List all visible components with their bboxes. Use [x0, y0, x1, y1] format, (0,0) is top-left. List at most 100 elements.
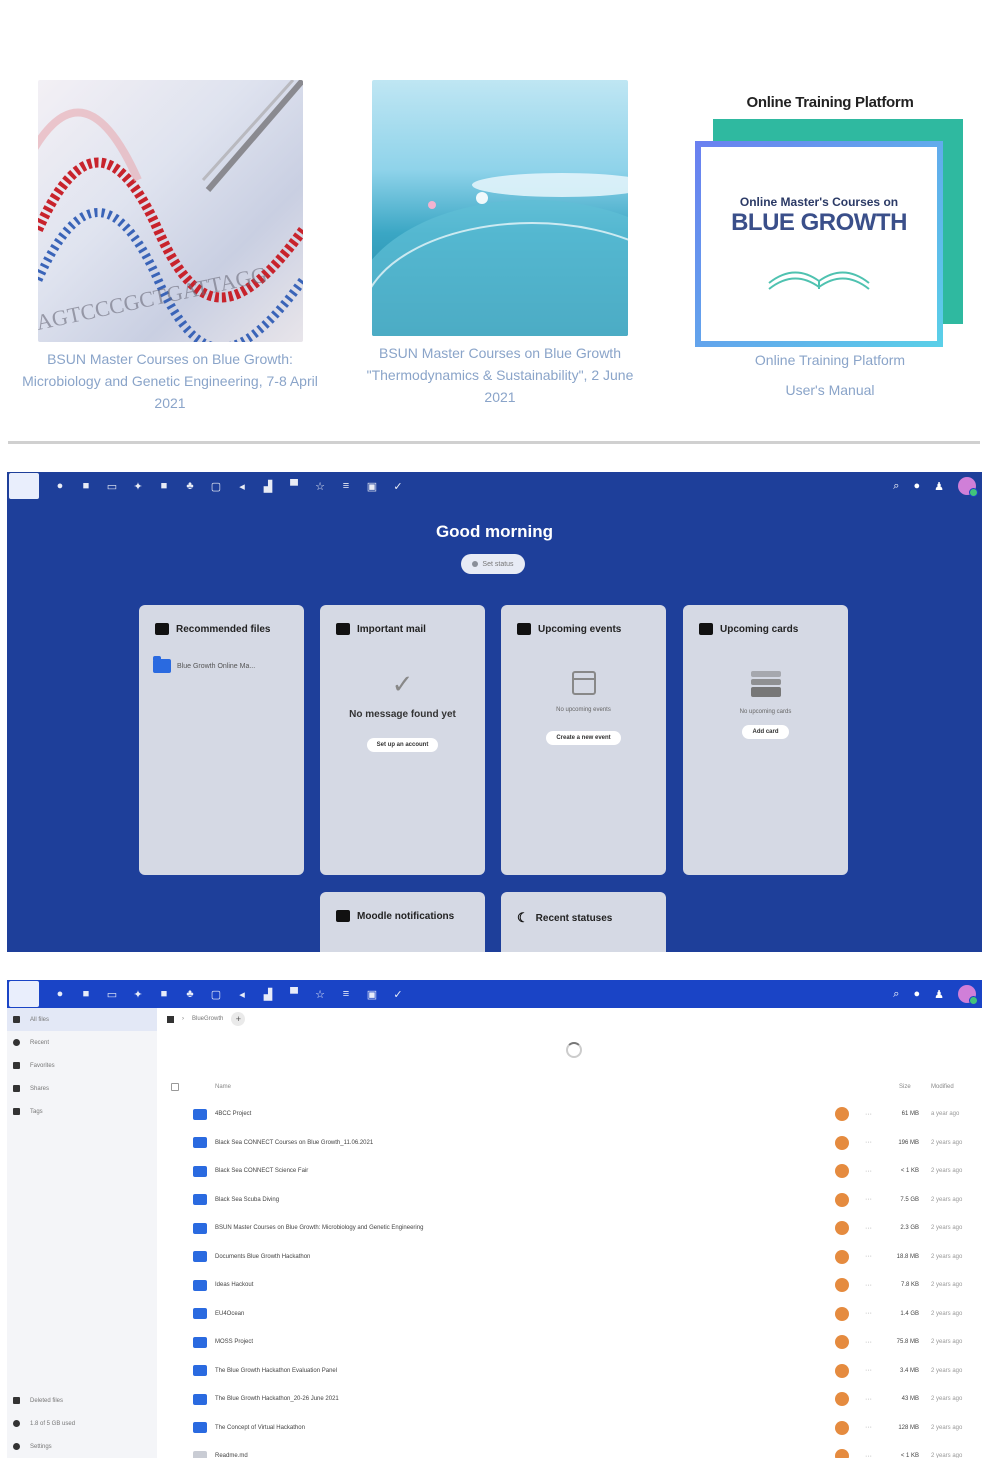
file-name[interactable]: The Concept of Virtual Hackathon [215, 1425, 305, 1431]
share-icon[interactable] [835, 1221, 849, 1236]
column-modified[interactable]: Modified [931, 1084, 954, 1090]
contacts-app-icon[interactable]: ♣ [183, 480, 197, 493]
search-icon[interactable]: ⌕ [893, 988, 899, 1001]
caption-line[interactable]: 2021 [20, 392, 320, 414]
calendar-app-icon[interactable]: ▢ [209, 480, 223, 493]
contacts-app-icon[interactable]: ♣ [183, 988, 197, 1001]
star-app-icon[interactable]: ☆ [313, 988, 327, 1001]
dashboard-app-icon[interactable]: ● [53, 988, 67, 1001]
mail-app-icon[interactable]: ■ [157, 988, 171, 1001]
course-card-thermodynamics[interactable]: BSUN Master Courses on Blue Growth "Ther… [350, 80, 650, 408]
table-row[interactable]: Black Sea CONNECT Courses on Blue Growth… [167, 1129, 975, 1158]
list-app-icon[interactable]: ≡ [339, 480, 353, 493]
more-actions-icon[interactable]: ··· [865, 1253, 872, 1260]
sidebar-item-settings[interactable]: Settings [7, 1435, 157, 1458]
file-name[interactable]: Black Sea CONNECT Science Fair [215, 1168, 308, 1174]
share-icon[interactable] [835, 1420, 849, 1435]
more-actions-icon[interactable]: ··· [865, 1367, 872, 1374]
table-row[interactable]: MOSS Project ··· 75.8 MB 2 years ago [167, 1328, 975, 1357]
more-actions-icon[interactable]: ··· [865, 1168, 872, 1175]
table-row[interactable]: The Blue Growth Hackathon_20-26 June 202… [167, 1385, 975, 1414]
course-caption-thermodynamics[interactable]: BSUN Master Courses on Blue Growth "Ther… [350, 342, 650, 408]
share-icon[interactable] [835, 1192, 849, 1207]
share-icon[interactable] [835, 1335, 849, 1350]
forms-app-icon[interactable]: ▣ [365, 988, 379, 1001]
share-icon[interactable] [835, 1363, 849, 1378]
more-actions-icon[interactable]: ··· [865, 1196, 872, 1203]
file-name[interactable]: Ideas Hackout [215, 1282, 253, 1288]
more-actions-icon[interactable]: ··· [865, 1339, 872, 1346]
contacts-menu-icon[interactable]: ♟ [934, 988, 944, 1001]
file-name[interactable]: The Blue Growth Hackathon_20-26 June 202… [215, 1396, 339, 1402]
file-name[interactable]: MOSS Project [215, 1339, 253, 1345]
table-row[interactable]: BSUN Master Courses on Blue Growth: Micr… [167, 1214, 975, 1243]
file-name[interactable]: EU4Ocean [215, 1311, 244, 1317]
sidebar-item-favorites[interactable]: Favorites [7, 1054, 157, 1077]
table-row[interactable]: Black Sea Scuba Diving ··· 7.5 GB 2 years a… [167, 1186, 975, 1215]
share-icon[interactable] [835, 1392, 849, 1407]
tasks-app-icon[interactable]: ✓ [391, 988, 405, 1001]
add-card-button[interactable]: Add card [742, 725, 789, 739]
list-app-icon[interactable]: ≡ [339, 988, 353, 1001]
calendar-app-icon[interactable]: ▢ [209, 988, 223, 1001]
logo[interactable] [9, 473, 39, 499]
sidebar-item-deleted[interactable]: Deleted files [7, 1389, 157, 1412]
new-button[interactable]: + [231, 1012, 246, 1026]
notifications-icon[interactable]: ● [913, 480, 920, 492]
file-name[interactable]: Documents Blue Growth Hackathon [215, 1254, 310, 1260]
select-all-checkbox[interactable] [171, 1083, 179, 1091]
share-icon[interactable] [835, 1164, 849, 1179]
sidebar-item-tags[interactable]: Tags [7, 1100, 157, 1123]
set-status-button[interactable]: Set status [461, 554, 525, 574]
file-name[interactable]: The Blue Growth Hackathon Evaluation Pan… [215, 1368, 337, 1374]
table-row[interactable]: Readme.md ··· < 1 KB 2 years ago [167, 1442, 975, 1458]
table-row[interactable]: Ideas Hackout ··· 7.8 KB 2 years ago [167, 1271, 975, 1300]
more-actions-icon[interactable]: ··· [865, 1225, 872, 1232]
create-event-button[interactable]: Create a new event [546, 731, 621, 745]
share-icon[interactable] [835, 1278, 849, 1293]
activity-app-icon[interactable]: ✦ [131, 480, 145, 493]
file-name[interactable]: 4BCC Project [215, 1111, 251, 1117]
contacts-menu-icon[interactable]: ♟ [934, 480, 944, 493]
table-row[interactable]: Black Sea CONNECT Science Fair ··· < 1 KB 2… [167, 1157, 975, 1186]
mail-app-icon[interactable]: ■ [157, 480, 171, 493]
share-icon[interactable] [835, 1449, 849, 1458]
table-row[interactable]: 4BCC Project ··· 61 MB a year ago [167, 1100, 975, 1129]
breadcrumb-folder[interactable]: BlueGrowth [192, 1016, 223, 1022]
activity-app-icon[interactable]: ✦ [131, 988, 145, 1001]
setup-account-button[interactable]: Set up an account [366, 738, 439, 752]
share-icon[interactable] [835, 1107, 849, 1122]
logo[interactable] [9, 981, 39, 1007]
caption-line[interactable]: Online Training Platform [680, 349, 980, 371]
caption-line[interactable]: BSUN Master Courses on Blue Growth [350, 342, 650, 364]
course-caption-microbiology[interactable]: BSUN Master Courses on Blue Growth: Micr… [20, 348, 320, 414]
more-actions-icon[interactable]: ··· [865, 1139, 872, 1146]
sidebar-item-recent[interactable]: Recent [7, 1031, 157, 1054]
table-row[interactable]: The Blue Growth Hackathon Evaluation Pan… [167, 1357, 975, 1386]
course-card-microbiology[interactable]: AGTCCCGCTGATTAGG BSUN Master Courses on … [20, 80, 320, 414]
caption-line[interactable]: "Thermodynamics & Sustainability", 2 Jun… [350, 364, 650, 408]
caption-line[interactable]: User's Manual [680, 379, 980, 401]
caption-line[interactable]: BSUN Master Courses on Blue Growth: [20, 348, 320, 370]
search-icon[interactable]: ⌕ [893, 480, 899, 493]
files-app-icon[interactable]: ■ [79, 480, 93, 493]
notifications-icon[interactable]: ● [913, 988, 920, 1000]
deck-app-icon[interactable]: ▀ [287, 480, 301, 493]
avatar[interactable] [958, 985, 978, 1005]
home-icon[interactable] [167, 1015, 174, 1023]
photos-app-icon[interactable]: ▭ [105, 480, 119, 493]
more-actions-icon[interactable]: ··· [865, 1282, 872, 1289]
table-row[interactable]: EU4Ocean ··· 1.4 GB 2 years ago [167, 1300, 975, 1329]
more-actions-icon[interactable]: ··· [865, 1396, 872, 1403]
table-row[interactable]: The Concept of Virtual Hackathon ··· 128 M… [167, 1414, 975, 1443]
more-actions-icon[interactable]: ··· [865, 1310, 872, 1317]
announce-app-icon[interactable]: ◂ [235, 988, 249, 1001]
dashboard-app-icon[interactable]: ● [53, 480, 67, 493]
sidebar-item-all-files[interactable]: All files [7, 1008, 157, 1031]
column-name[interactable]: Name [215, 1084, 231, 1090]
share-icon[interactable] [835, 1249, 849, 1264]
course-card-manual[interactable]: Online Training Platform Online Master's… [680, 94, 980, 401]
recommended-file-item[interactable]: Blue Growth Online Ma... [153, 656, 304, 673]
avatar[interactable] [958, 477, 978, 497]
more-actions-icon[interactable]: ··· [865, 1453, 872, 1458]
